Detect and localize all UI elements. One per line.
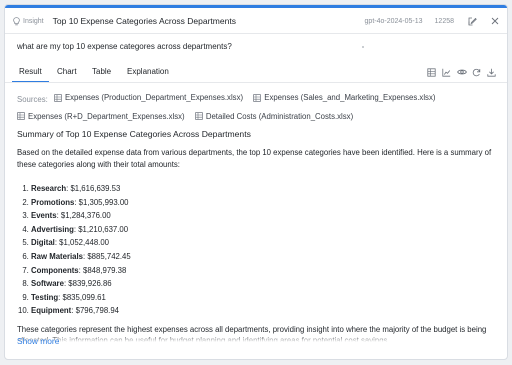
list-item: Events: $1,284,376.00 (31, 209, 497, 223)
close-icon (491, 17, 499, 25)
category-amount: : $1,210,637.00 (73, 224, 129, 234)
refresh-button[interactable] (469, 66, 484, 78)
category-amount: : $885,742.45 (83, 251, 131, 261)
cursor-dot (362, 46, 364, 48)
category-name: Raw Materials (31, 251, 84, 261)
header-meta: gpt-4o-2024-05-13 12258 (365, 17, 499, 26)
category-amount: : $1,305,993.00 (74, 197, 129, 207)
tabs-divider (5, 82, 507, 83)
category-name: Digital (31, 238, 55, 248)
source-label: Expenses (R+D_Department_Expenses.xlsx) (28, 111, 185, 121)
category-name: Research (31, 184, 67, 193)
show-more-link[interactable]: Show more (17, 336, 59, 346)
answer-content: Summary of Top 10 Expense Categories Acr… (17, 129, 497, 342)
source-link[interactable]: Expenses (Production_Department_Expenses… (54, 89, 243, 106)
card-header: Insight Top 10 Expense Categories Across… (5, 9, 507, 33)
spreadsheet-icon (195, 112, 203, 120)
spreadsheet-icon (54, 93, 62, 102)
download-button[interactable] (484, 66, 499, 78)
category-amount: : $796,798.94 (71, 306, 119, 316)
accent-bar (5, 5, 507, 8)
list-item: Advertising: $1,210,637.00 (31, 223, 497, 237)
source-label: Expenses (Production_Department_Expenses… (64, 93, 244, 102)
category-name: Components (31, 265, 79, 275)
sources-label: Sources: (17, 94, 48, 104)
refresh-icon (472, 68, 481, 76)
list-item: Software: $839,926.86 (31, 277, 497, 291)
category-name: Events (31, 211, 57, 221)
edit-icon (468, 17, 477, 25)
category-amount: : $835,099.61 (58, 292, 106, 302)
model-name: gpt-4o-2024-05-13 (364, 17, 423, 25)
source-label: Detailed Costs (Administration_Costs.xls… (205, 111, 354, 121)
download-icon (487, 68, 496, 77)
answer-summary: These categories represent the highest e… (17, 324, 497, 342)
source-link[interactable]: Detailed Costs (Administration_Costs.xls… (195, 108, 353, 125)
list-item: Digital: $1,052,448.00 (31, 236, 497, 250)
chart-view-button[interactable] (439, 66, 454, 78)
tab-explanation[interactable]: Explanation (127, 67, 169, 76)
list-item: Components: $848,979.38 (31, 264, 497, 278)
result-tabs: Result Chart Table Explanation (5, 63, 507, 83)
user-question: what are my top 10 expense categores acr… (17, 42, 232, 51)
lightbulb-icon (13, 16, 20, 25)
tab-table[interactable]: Table (92, 67, 111, 76)
category-name: Promotions (31, 197, 75, 207)
tab-chart[interactable]: Chart (57, 67, 77, 76)
spreadsheet-icon (17, 112, 25, 120)
insight-title: Top 10 Expense Categories Across Departm… (52, 16, 236, 26)
category-amount: : $1,284,376.00 (56, 211, 111, 221)
sources-list: Sources: Expenses (Production_Department… (17, 89, 497, 126)
table-icon (427, 67, 436, 77)
category-name: Testing (31, 292, 59, 302)
view-toolbar (424, 66, 499, 78)
preview-button[interactable] (454, 66, 469, 78)
answer-heading: Summary of Top 10 Expense Categories Acr… (17, 129, 251, 139)
category-amount: : $1,616,639.53 (66, 184, 121, 193)
source-link[interactable]: Expenses (R+D_Department_Expenses.xlsx) (17, 108, 185, 125)
list-item: Raw Materials: $885,742.45 (31, 250, 497, 264)
category-name: Software (31, 279, 64, 289)
header-divider (5, 33, 507, 34)
insight-label: Insight (23, 17, 44, 25)
table-view-button[interactable] (424, 66, 439, 78)
tab-result[interactable]: Result (12, 67, 49, 83)
insight-badge: Insight (13, 16, 44, 26)
category-name: Advertising (31, 224, 74, 234)
answer-intro: Based on the detailed expense data from … (17, 148, 492, 169)
list-item: Testing: $835,099.61 (31, 291, 497, 305)
expense-list: Research: $1,616,639.53 Promotions: $1,3… (31, 182, 497, 318)
list-item: Promotions: $1,305,993.00 (31, 196, 497, 210)
category-amount: : $839,926.86 (63, 279, 112, 289)
category-name: Equipment (31, 306, 72, 316)
category-amount: : $1,052,448.00 (54, 238, 110, 248)
close-button[interactable] (491, 17, 499, 25)
list-item: Equipment: $796,798.94 (31, 304, 497, 318)
token-count: 12258 (434, 17, 454, 25)
spreadsheet-icon (253, 93, 262, 102)
source-label: Expenses (Sales_and_Marketing_Expenses.x… (264, 93, 436, 102)
source-link[interactable]: Expenses (Sales_and_Marketing_Expenses.x… (253, 89, 435, 106)
edit-button[interactable] (468, 17, 477, 26)
chart-icon (442, 68, 451, 77)
eye-icon (456, 69, 467, 75)
category-amount: : $848,979.38 (78, 265, 127, 275)
list-item: Research: $1,616,639.53 (31, 182, 497, 196)
insight-card: Insight Top 10 Expense Categories Across… (4, 4, 508, 360)
